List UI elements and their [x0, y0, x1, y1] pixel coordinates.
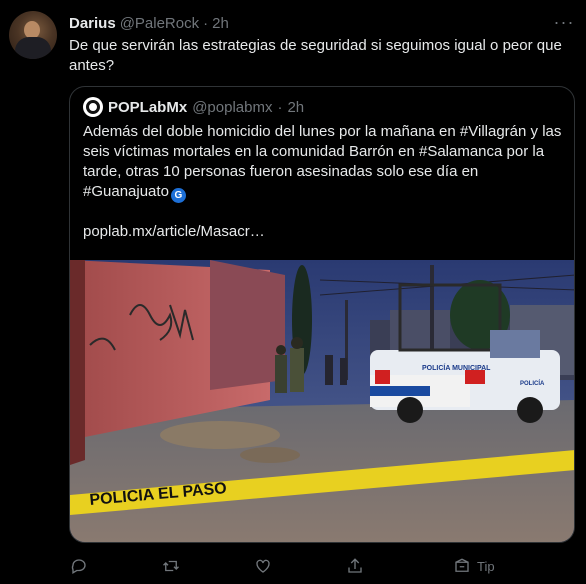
tweet-time[interactable]: 2h — [212, 15, 229, 32]
like-button[interactable] — [254, 555, 272, 577]
guanajuato-emoji-icon: G — [170, 188, 186, 203]
tweet-text: De que servirán las estrategias de segur… — [69, 37, 562, 74]
tweet-header: Darius @PaleRock · 2h — [69, 13, 229, 33]
quoted-link[interactable]: poplab.mx/article/Masacr… — [83, 223, 265, 240]
quoted-text: Además del doble homicidio del lunes por… — [83, 122, 567, 203]
author-name[interactable]: Darius — [69, 15, 116, 32]
hashtag-salamanca[interactable]: #Salamanca — [419, 143, 502, 160]
tweet-actions: Tip — [0, 555, 586, 577]
author-handle[interactable]: @PaleRock — [120, 15, 199, 32]
tweet[interactable]: Darius @PaleRock · 2h ··· De que servirá… — [0, 0, 586, 584]
quoted-avatar[interactable] — [83, 97, 103, 117]
quoted-time[interactable]: 2h — [287, 99, 304, 116]
tip-icon — [455, 558, 469, 572]
crime-scene-photo: POLICÍA MUNICIPAL POLICÍA POLICIA EL PAS… — [70, 260, 574, 542]
heart-icon — [256, 559, 270, 573]
truck-side-label: POLICÍA — [520, 379, 545, 387]
more-options-icon[interactable]: ··· — [553, 12, 575, 32]
hashtag-villagran[interactable]: #Villagrán — [460, 123, 526, 140]
share-button[interactable] — [346, 555, 364, 577]
truck-label: POLICÍA MUNICIPAL — [422, 363, 491, 372]
tip-button[interactable]: Tip — [453, 555, 495, 577]
retweet-icon — [163, 560, 179, 572]
avatar-body — [15, 37, 51, 59]
reply-icon — [71, 559, 86, 574]
retweet-button[interactable] — [162, 555, 180, 577]
quoted-separator-dot: · — [277, 98, 283, 116]
quoted-text-part-1: Además del doble homicidio del lunes por… — [83, 123, 460, 140]
reply-button[interactable] — [70, 555, 88, 577]
quoted-author-handle[interactable]: @poplabmx — [192, 99, 272, 116]
quoted-author-name[interactable]: POPLabMx — [108, 99, 187, 116]
tip-label: Tip — [477, 558, 495, 574]
hashtag-guanajuato[interactable]: #Guanajuato — [83, 183, 169, 200]
author-avatar[interactable] — [9, 11, 57, 59]
poplab-logo-icon — [86, 100, 100, 114]
share-icon — [348, 558, 362, 573]
quoted-tweet[interactable]: POPLabMx @poplabmx · 2h Además del doble… — [69, 86, 575, 543]
quoted-header: POPLabMx @poplabmx · 2h — [83, 97, 304, 117]
quoted-photo[interactable]: POLICÍA MUNICIPAL POLICÍA POLICIA EL PAS… — [70, 260, 574, 542]
separator-dot: · — [203, 14, 209, 32]
